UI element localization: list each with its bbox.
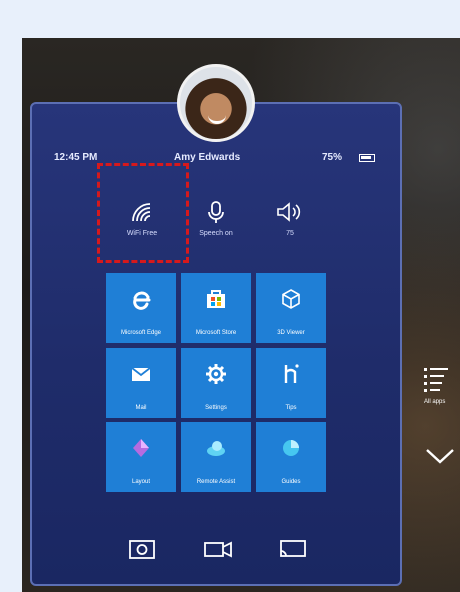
user-name: Amy Edwards [174, 152, 241, 163]
tips-icon [284, 364, 299, 383]
tile-label: 3D Viewer [277, 330, 305, 336]
tile-label: Settings [205, 405, 227, 411]
tile-3d-viewer[interactable]: 3D Viewer [256, 273, 326, 343]
layout-icon [133, 439, 149, 457]
list-icon [424, 368, 448, 392]
cast-icon [280, 540, 306, 557]
scroll-down-button[interactable] [425, 448, 455, 469]
photo-button[interactable] [128, 537, 156, 566]
store-icon [207, 290, 225, 308]
mail-icon [131, 367, 151, 381]
tile-label: Guides [281, 479, 301, 485]
tile-mail[interactable]: Mail [106, 348, 176, 418]
tile-label: Remote Assist [196, 479, 236, 485]
speech-button[interactable]: Speech on [186, 200, 246, 237]
battery-text: 75% [322, 152, 343, 163]
tile-label: Microsoft Store [195, 330, 237, 336]
tile-label: Microsoft Edge [120, 330, 162, 336]
tile-remote-assist[interactable]: Remote Assist [181, 422, 251, 492]
volume-button[interactable]: 75 [260, 200, 320, 237]
remote-assist-icon [207, 441, 225, 456]
volume-icon [277, 202, 301, 222]
tile-label: Tips [285, 405, 297, 411]
tile-guides[interactable]: Guides [256, 422, 326, 492]
cast-button[interactable] [278, 537, 308, 566]
all-apps-label: All apps [424, 399, 446, 405]
all-apps-button[interactable]: All apps [424, 368, 448, 405]
tile-settings[interactable]: Settings [181, 348, 251, 418]
time-text: 12:45 PM [54, 152, 98, 163]
battery-icon [359, 154, 375, 162]
volume-label: 75 [286, 230, 294, 237]
tile-microsoft-edge[interactable]: Microsoft Edge [106, 273, 176, 343]
video-icon [204, 541, 232, 558]
camera-icon [129, 540, 155, 559]
tile-tips[interactable]: Tips [256, 348, 326, 418]
cube-icon [282, 289, 300, 309]
guides-icon [283, 440, 299, 456]
gear-icon [206, 364, 226, 384]
edge-icon [133, 291, 151, 310]
tile-layout[interactable]: Layout [106, 422, 176, 492]
microphone-icon [208, 201, 224, 223]
chevron-down-icon [426, 449, 454, 464]
start-menu-panel [30, 102, 402, 586]
tile-label: Layout [131, 479, 150, 485]
tile-label: Mail [135, 405, 147, 411]
speech-label: Speech on [199, 230, 233, 237]
video-button[interactable] [203, 537, 233, 566]
user-avatar[interactable] [177, 64, 255, 142]
tile-microsoft-store[interactable]: Microsoft Store [181, 273, 251, 343]
wifi-highlight-box [97, 163, 189, 263]
